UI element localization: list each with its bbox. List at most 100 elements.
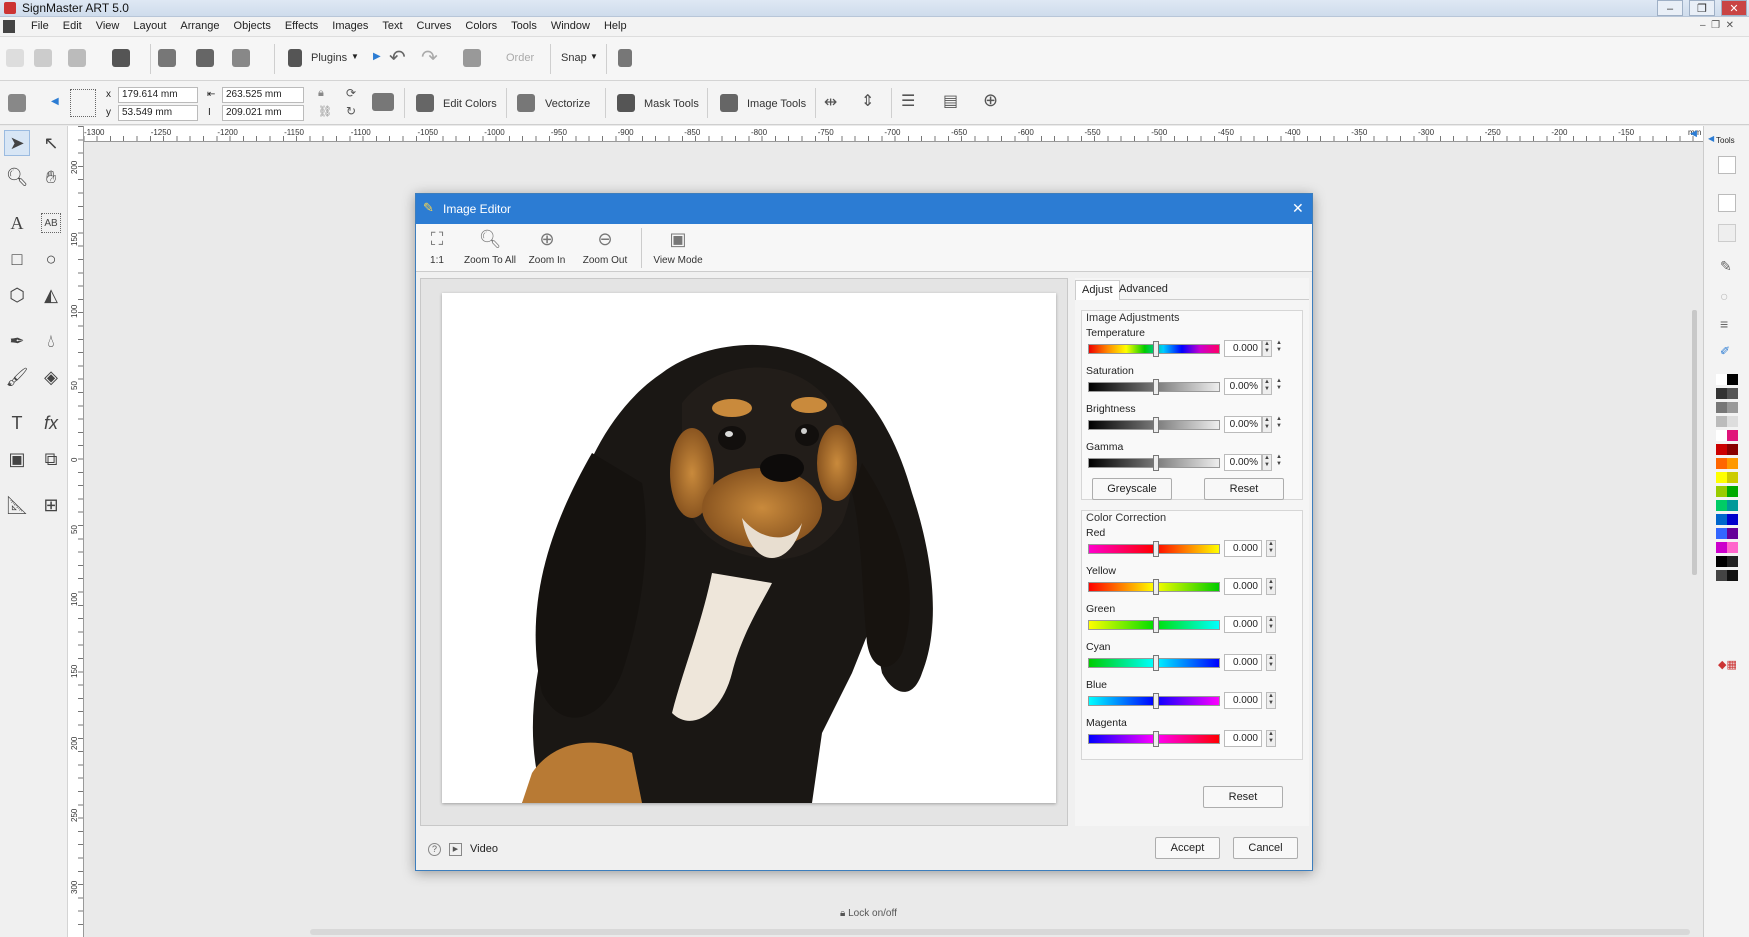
menu-item[interactable]: Curves bbox=[410, 20, 459, 32]
page-icon[interactable] bbox=[1718, 194, 1736, 212]
layers-icon[interactable] bbox=[1718, 224, 1736, 242]
menu-item[interactable]: Text bbox=[375, 20, 409, 32]
menu-item[interactable]: Layout bbox=[126, 20, 173, 32]
align-icon[interactable]: ☰ bbox=[901, 91, 915, 111]
order-button[interactable]: Order bbox=[506, 52, 534, 64]
print-icon[interactable] bbox=[158, 49, 176, 67]
color-swatch[interactable] bbox=[1716, 570, 1727, 581]
weld-icon[interactable]: ⧉ bbox=[38, 446, 64, 472]
color-swatch[interactable] bbox=[1716, 430, 1727, 441]
magenta-slider[interactable] bbox=[1088, 731, 1220, 747]
refresh-icon[interactable]: ↻ bbox=[346, 104, 356, 118]
saturation-extra-spinner[interactable]: ▲ ▼ bbox=[1274, 378, 1284, 395]
horizontal-ruler[interactable]: -1300 -1250 -1200 -1150 -1100 -1050 -1000 -950 -… bbox=[70, 126, 1703, 142]
order-icon[interactable] bbox=[463, 49, 481, 67]
brush-icon[interactable]: ✎ bbox=[1720, 258, 1732, 275]
lock-status[interactable]: 🔒︎ Lock on/off bbox=[840, 908, 897, 919]
color-swatch[interactable] bbox=[1716, 556, 1727, 567]
color-swatch[interactable] bbox=[1727, 430, 1738, 441]
slider-thumb[interactable] bbox=[1153, 579, 1159, 595]
flip-vertical-icon[interactable]: ⇕ bbox=[861, 91, 874, 111]
slider-thumb[interactable] bbox=[1153, 655, 1159, 671]
text-tool-icon[interactable]: A bbox=[4, 210, 30, 236]
color-swatch[interactable] bbox=[1716, 444, 1727, 455]
import-icon[interactable] bbox=[68, 49, 86, 67]
chevron-down-icon[interactable]: ▼ bbox=[590, 52, 598, 61]
new-icon[interactable] bbox=[6, 49, 24, 67]
color-swatch[interactable] bbox=[1727, 514, 1738, 525]
temperature-slider[interactable] bbox=[1088, 341, 1220, 357]
width-field[interactable]: 263.525 mm bbox=[222, 87, 304, 103]
color-swatch[interactable] bbox=[1727, 500, 1738, 511]
color-swatch[interactable] bbox=[1716, 542, 1727, 553]
menu-item[interactable]: File bbox=[24, 20, 56, 32]
color-swatch[interactable] bbox=[1727, 444, 1738, 455]
red-spinner[interactable]: ▲ ▼ bbox=[1266, 540, 1276, 557]
menu-item[interactable]: Objects bbox=[227, 20, 278, 32]
image-preview-area[interactable] bbox=[420, 278, 1068, 826]
close-button[interactable]: ✕ bbox=[1721, 0, 1747, 16]
minimize-button[interactable]: – bbox=[1657, 0, 1683, 16]
lock-icon[interactable]: 🔒︎ bbox=[318, 87, 324, 100]
rectangle-icon[interactable]: □ bbox=[4, 246, 30, 272]
zoom-to-all-button[interactable]: 🔍︎ Zoom To All bbox=[460, 224, 520, 272]
cyan-value[interactable]: 0.000 bbox=[1224, 654, 1262, 671]
undo-icon[interactable]: ↶ bbox=[389, 45, 406, 70]
video-link[interactable]: Video bbox=[470, 843, 498, 855]
plugins-button[interactable]: Plugins bbox=[311, 52, 347, 64]
yellow-slider[interactable] bbox=[1088, 579, 1220, 595]
video-play-icon[interactable]: ▶ bbox=[449, 843, 462, 856]
slider-thumb[interactable] bbox=[1153, 417, 1159, 433]
yellow-value[interactable]: 0.000 bbox=[1224, 578, 1262, 595]
crop-icon[interactable]: ▣ bbox=[4, 446, 30, 472]
gamma-spinner[interactable]: ▲ ▼ bbox=[1262, 454, 1272, 471]
menu-item[interactable]: Effects bbox=[278, 20, 325, 32]
page-icon[interactable] bbox=[1718, 156, 1736, 174]
magenta-spinner[interactable]: ▲ ▼ bbox=[1266, 730, 1276, 747]
gamma-value[interactable]: 0.00% bbox=[1224, 454, 1262, 471]
snap-button[interactable]: Snap bbox=[561, 52, 587, 64]
tools-tab[interactable]: Tools bbox=[1716, 136, 1735, 145]
distribute-icon[interactable]: ▤ bbox=[943, 91, 958, 111]
saturation-value[interactable]: 0.00% bbox=[1224, 378, 1262, 395]
color-palette[interactable] bbox=[1716, 374, 1740, 584]
red-slider[interactable] bbox=[1088, 541, 1220, 557]
output-icon[interactable] bbox=[232, 49, 250, 67]
color-swatch[interactable] bbox=[1727, 472, 1738, 483]
color-swatch[interactable] bbox=[1727, 388, 1738, 399]
snap-tool-icon[interactable] bbox=[8, 94, 26, 112]
slider-thumb[interactable] bbox=[1153, 617, 1159, 633]
brightness-spinner[interactable]: ▲ ▼ bbox=[1262, 416, 1272, 433]
polygon-icon[interactable]: ◭ bbox=[38, 282, 64, 308]
slider-thumb[interactable] bbox=[1153, 693, 1159, 709]
menu-item[interactable]: Arrange bbox=[173, 20, 226, 32]
chevron-down-icon[interactable]: ▼ bbox=[351, 52, 359, 61]
palette-options-icon[interactable]: ◆▦ bbox=[1718, 658, 1737, 671]
zoom-in-button[interactable]: ⊕ Zoom In bbox=[525, 224, 569, 272]
ink-icon[interactable]: 💧︎ bbox=[38, 328, 64, 354]
height-field[interactable]: 209.021 mm bbox=[222, 105, 304, 121]
chevron-left-icon[interactable]: ◀ bbox=[1690, 128, 1697, 139]
cyan-slider[interactable] bbox=[1088, 655, 1220, 671]
color-swatch[interactable] bbox=[1716, 486, 1727, 497]
pan-hand-icon[interactable]: ✋︎ bbox=[38, 164, 64, 190]
greyscale-button[interactable]: Greyscale bbox=[1092, 478, 1172, 500]
menu-item[interactable]: View bbox=[89, 20, 127, 32]
color-swatch[interactable] bbox=[1727, 374, 1738, 385]
color-reset-button[interactable]: Reset bbox=[1203, 786, 1283, 808]
tab-advanced[interactable]: Advanced bbox=[1113, 280, 1174, 300]
image-tools-button[interactable]: Image Tools bbox=[747, 98, 806, 110]
menu-item[interactable]: Window bbox=[544, 20, 597, 32]
adjust-reset-button[interactable]: Reset bbox=[1204, 478, 1284, 500]
slider-thumb[interactable] bbox=[1153, 455, 1159, 471]
color-swatch[interactable] bbox=[1716, 514, 1727, 525]
blue-value[interactable]: 0.000 bbox=[1224, 692, 1262, 709]
vertical-ruler[interactable]: 200 150 100 50 0 50 100 150 200 250 300 bbox=[68, 126, 84, 937]
vertical-scrollbar[interactable] bbox=[1692, 310, 1697, 575]
node-edit-icon[interactable]: ↖ bbox=[38, 130, 64, 156]
magenta-value[interactable]: 0.000 bbox=[1224, 730, 1262, 747]
green-spinner[interactable]: ▲ ▼ bbox=[1266, 616, 1276, 633]
zoom-1to1-button[interactable]: ⛶ 1:1 bbox=[422, 224, 452, 272]
color-swatch[interactable] bbox=[1716, 500, 1727, 511]
fill-icon[interactable]: ◈ bbox=[38, 364, 64, 390]
